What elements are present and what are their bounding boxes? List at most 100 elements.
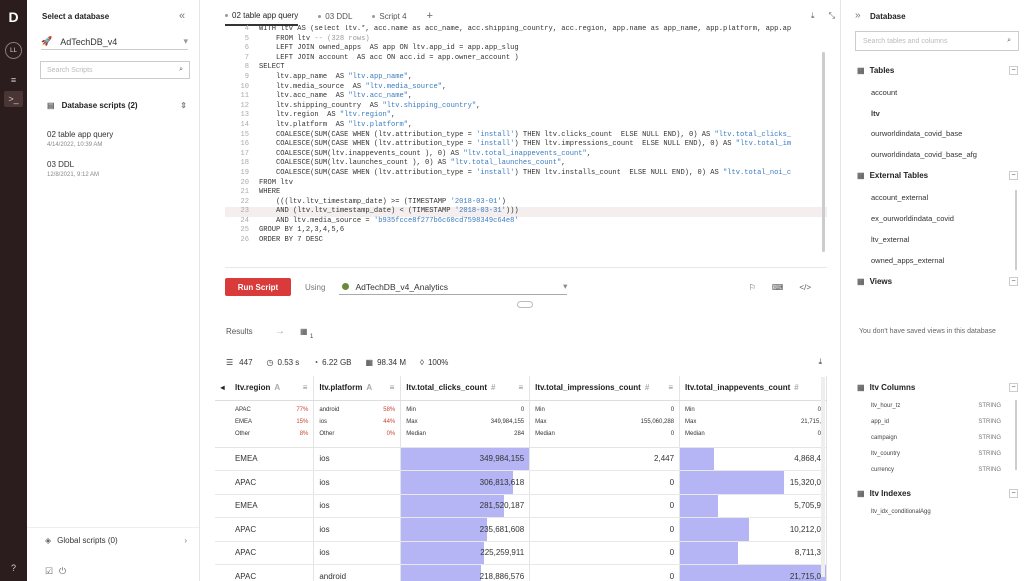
- cell-region[interactable]: EMEA: [229, 494, 315, 518]
- cell-inapp[interactable]: 5,705,9: [679, 494, 827, 518]
- download-icon[interactable]: ⤓: [811, 11, 815, 21]
- script-item[interactable]: 03 DDL 12/8/2021, 9:12 AM: [47, 160, 99, 178]
- tables-section[interactable]: ▦ Tables −: [857, 66, 1018, 75]
- table-item[interactable]: ourworldindata_covid_base: [871, 129, 962, 138]
- views-section[interactable]: ▦ Views −: [857, 277, 1018, 286]
- column-item[interactable]: currency STRING: [871, 467, 1001, 473]
- column-item[interactable]: ltv_hour_tz STRING: [871, 403, 1001, 409]
- resize-handle[interactable]: [517, 301, 533, 308]
- cell-impr[interactable]: 0: [529, 470, 681, 495]
- collapse-section-icon[interactable]: −: [1009, 171, 1018, 180]
- cell-impr[interactable]: 0: [529, 494, 681, 518]
- cell-clicks[interactable]: 281,520,187: [400, 494, 531, 518]
- cell-impr[interactable]: 0: [529, 564, 681, 581]
- table-item[interactable]: ourworldindata_covid_base_afg: [871, 150, 977, 159]
- column-header-platform[interactable]: ltv.platform A ≡: [313, 376, 402, 401]
- cell-platform[interactable]: ios: [313, 494, 402, 518]
- cell-inapp[interactable]: 10,212,0: [679, 517, 827, 542]
- cell-platform[interactable]: ios: [313, 470, 402, 495]
- table-row[interactable]: EMEA ios 349,984,155 2,447 4,868,4: [215, 447, 827, 471]
- external-table-item[interactable]: ex_ourworldindata_covid: [871, 214, 954, 223]
- column-header-clicks[interactable]: ltv.total_clicks_count # ≡: [400, 376, 531, 401]
- external-tables-section[interactable]: ▦ External Tables −: [857, 171, 1018, 180]
- table-row[interactable]: APAC ios 225,259,911 0 8,711,3: [215, 541, 827, 565]
- column-item[interactable]: app_id STRING: [871, 419, 1001, 425]
- table-row[interactable]: APAC ios 235,681,608 0 10,212,0: [215, 517, 827, 542]
- format-icon[interactable]: ⤡: [829, 11, 835, 21]
- help-icon[interactable]: ?: [4, 560, 23, 576]
- database-icon[interactable]: ≡: [4, 72, 23, 88]
- collapse-section-icon[interactable]: −: [1009, 66, 1018, 75]
- cell-impr[interactable]: 0: [529, 517, 681, 542]
- external-table-item[interactable]: owned_apps_external: [871, 256, 944, 265]
- cell-platform[interactable]: android: [313, 564, 402, 581]
- index-item[interactable]: ltv_idx_conditionalAgg: [871, 509, 931, 515]
- database-scripts-section[interactable]: ▤ Database scripts (2) ⇕: [47, 101, 187, 110]
- grid-scrollbar[interactable]: [821, 377, 825, 577]
- avatar[interactable]: LL: [5, 42, 22, 59]
- code-icon[interactable]: </>: [799, 283, 811, 292]
- cell-platform[interactable]: ios: [313, 447, 402, 471]
- cell-inapp[interactable]: 21,715,0: [679, 564, 827, 581]
- table-row[interactable]: APAC android 218,886,576 0 21,715,0: [215, 564, 827, 581]
- code-editor[interactable]: 4 WITH ltv AS (select ltv.*, acc.name as …: [225, 25, 827, 268]
- cell-clicks[interactable]: 306,813,618: [400, 470, 531, 495]
- script-item[interactable]: 02 table app query 4/14/2022, 10:39 AM: [47, 130, 113, 148]
- add-tab-icon[interactable]: +: [427, 10, 433, 22]
- explain-icon[interactable]: ⚐: [749, 283, 756, 292]
- cell-clicks[interactable]: 225,259,911: [400, 541, 531, 565]
- tab-03-ddl[interactable]: 03 DDL: [318, 12, 352, 21]
- scroll-left-icon[interactable]: ◂: [215, 376, 230, 401]
- tab-02-table-app-query[interactable]: 02 table app query: [225, 11, 299, 26]
- columns-section[interactable]: ▦ ltv Columns −: [857, 383, 1018, 392]
- cell-platform[interactable]: ios: [313, 541, 402, 565]
- database-selector[interactable]: 🚀 AdTechDB_v4 ▾: [41, 34, 188, 50]
- external-table-item[interactable]: ltv_external: [871, 235, 909, 244]
- cell-inapp[interactable]: 8,711,3: [679, 541, 827, 565]
- database-select[interactable]: AdTechDB_v4_Analytics ▾: [339, 279, 568, 295]
- cell-inapp[interactable]: 15,320,0: [679, 470, 827, 495]
- external-table-item[interactable]: account_external: [871, 193, 928, 202]
- table-row[interactable]: APAC ios 306,813,618 0 15,320,0: [215, 470, 827, 495]
- cell-region[interactable]: APAC: [229, 470, 315, 495]
- cell-impr[interactable]: 0: [529, 541, 681, 565]
- collapse-icon[interactable]: «: [179, 10, 185, 22]
- indexes-section[interactable]: ▦ ltv Indexes −: [857, 489, 1018, 498]
- cell-platform[interactable]: ios: [313, 517, 402, 542]
- app-logo[interactable]: D: [4, 8, 23, 26]
- cell-region[interactable]: EMEA: [229, 447, 315, 471]
- column-header-region[interactable]: ltv.region A ≡: [229, 376, 315, 401]
- table-search-input[interactable]: Search tables and columns ⌕: [855, 31, 1019, 51]
- table-icon[interactable]: ▦: [300, 327, 308, 336]
- checkbox-icon[interactable]: ☑: [45, 566, 53, 577]
- cell-region[interactable]: APAC: [229, 517, 315, 542]
- cell-clicks[interactable]: 235,681,608: [400, 517, 531, 542]
- table-item[interactable]: ltv: [871, 109, 880, 118]
- arrow-right-icon[interactable]: →: [275, 326, 285, 337]
- power-icon[interactable]: ⏻: [59, 566, 66, 577]
- export-icon[interactable]: ⤓: [818, 357, 822, 367]
- column-header-impressions[interactable]: ltv.total_impressions_count # ≡: [529, 376, 681, 401]
- panel-scrollbar[interactable]: [1015, 190, 1017, 270]
- collapse-section-icon[interactable]: −: [1009, 383, 1018, 392]
- tab-script-4[interactable]: Script 4: [372, 12, 407, 21]
- editor-scrollbar[interactable]: [822, 52, 825, 252]
- table-item[interactable]: account: [871, 88, 897, 97]
- column-item[interactable]: campaign STRING: [871, 435, 1001, 441]
- global-scripts-section[interactable]: ◈ Global scripts (0) ›: [45, 536, 187, 545]
- cell-clicks[interactable]: 349,984,155: [400, 447, 531, 471]
- cell-inapp[interactable]: 4,868,4: [679, 447, 827, 471]
- collapse-section-icon[interactable]: −: [1009, 489, 1018, 498]
- cell-impr[interactable]: 2,447: [529, 447, 681, 471]
- cell-region[interactable]: APAC: [229, 564, 315, 581]
- table-row[interactable]: EMEA ios 281,520,187 0 5,705,9: [215, 494, 827, 518]
- collapse-section-icon[interactable]: −: [1009, 277, 1018, 286]
- column-header-inappevents[interactable]: ltv.total_inappevents_count #: [679, 376, 827, 401]
- columns-scrollbar[interactable]: [1015, 400, 1017, 470]
- cell-clicks[interactable]: 218,886,576: [400, 564, 531, 581]
- script-search-input[interactable]: Search Scripts ⌕: [40, 61, 190, 79]
- collapse-right-icon[interactable]: »: [855, 10, 861, 21]
- terminal-icon[interactable]: >_: [4, 91, 23, 107]
- cell-region[interactable]: APAC: [229, 541, 315, 565]
- column-item[interactable]: ltv_country STRING: [871, 451, 1001, 457]
